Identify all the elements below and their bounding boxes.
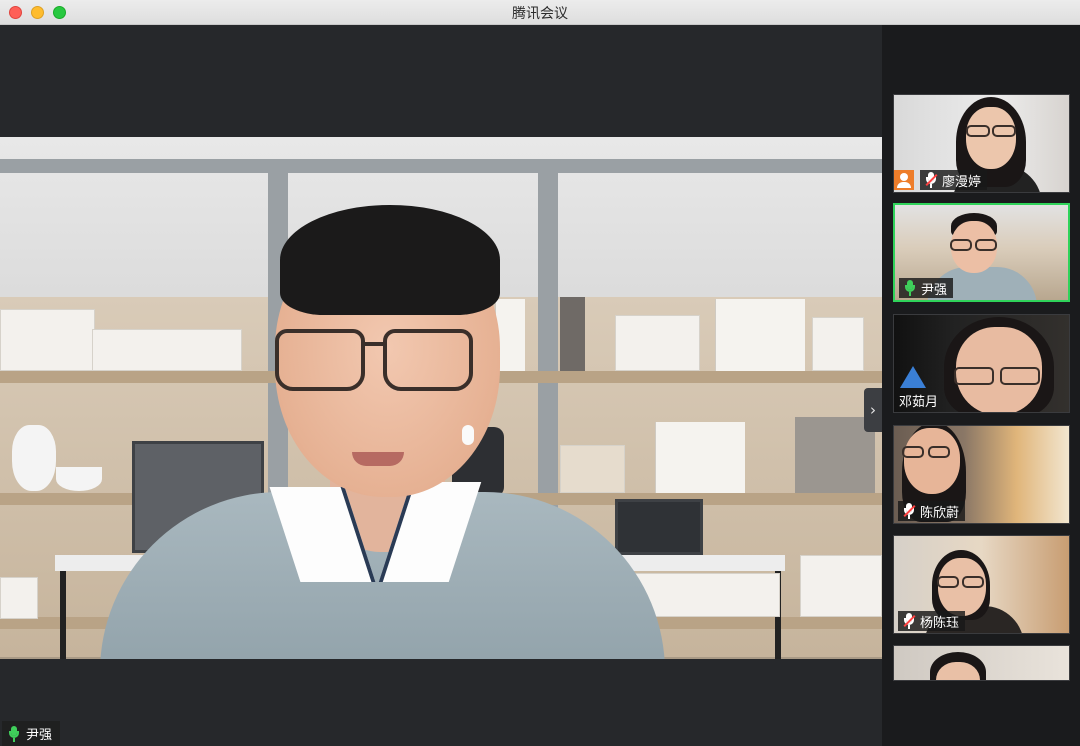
- stacked-boxes: [92, 329, 242, 371]
- participant-name-tag: 杨陈珏: [898, 611, 966, 631]
- microphone-icon: [8, 725, 20, 742]
- participant-tile[interactable]: [893, 645, 1070, 681]
- bowl: [56, 467, 102, 491]
- participant-name-tag: 廖漫婷: [920, 170, 988, 190]
- participant-name: 陈欣蔚: [920, 505, 960, 521]
- stacked-papers: [560, 445, 625, 493]
- participant-name-tag: 尹强: [899, 278, 954, 298]
- glasses: [383, 329, 473, 391]
- participant-name-tag: 邓茹月: [894, 390, 944, 410]
- storage-box: [800, 555, 882, 617]
- participant-tile[interactable]: 陈欣蔚: [893, 425, 1070, 524]
- vase: [12, 425, 56, 491]
- stacked-boxes: [812, 317, 864, 371]
- participant-tile[interactable]: 尹强: [893, 203, 1070, 302]
- books: [715, 299, 805, 371]
- glasses: [275, 329, 365, 391]
- participant-name: 尹强: [921, 282, 948, 298]
- participant-tile[interactable]: 杨陈珏: [893, 535, 1070, 634]
- desk-leg: [60, 571, 66, 659]
- window-title: 腾讯会议: [512, 6, 568, 22]
- person-hair: [280, 205, 500, 315]
- books: [795, 417, 875, 493]
- main-speaker-name: 尹强: [26, 728, 53, 743]
- glasses-bridge: [362, 342, 386, 346]
- earbud: [462, 425, 474, 445]
- chevron-right-icon[interactable]: ›: [864, 388, 882, 432]
- laptop: [615, 499, 703, 555]
- shelf-rail: [0, 159, 882, 173]
- books: [655, 422, 745, 493]
- participant-tile[interactable]: 邓茹月: [893, 314, 1070, 413]
- participant-name: 邓茹月: [899, 394, 939, 410]
- storage-box: [0, 309, 95, 371]
- participant-sidebar: 廖漫婷 尹强 邓茹月 陈欣蔚 杨陈珏: [882, 25, 1080, 746]
- person-icon: [894, 170, 914, 190]
- main-speaker-name-tag: 尹强: [2, 721, 61, 746]
- microphone-icon: [904, 280, 916, 296]
- person-mouth: [352, 452, 404, 466]
- speaking-indicator-icon: [900, 366, 926, 388]
- title-bar: 腾讯会议: [0, 0, 1080, 25]
- participant-name-tag: 陈欣蔚: [898, 501, 966, 521]
- participant-name: 廖漫婷: [942, 174, 982, 190]
- storage-box: [0, 577, 38, 619]
- main-speaker-video[interactable]: [0, 137, 882, 659]
- participant-tile[interactable]: 廖漫婷: [893, 94, 1070, 193]
- storage-box: [615, 315, 700, 371]
- participant-name: 杨陈珏: [920, 615, 960, 631]
- microphone-muted-icon: [903, 613, 915, 629]
- main-stage: ›: [0, 25, 882, 746]
- books: [560, 297, 585, 371]
- microphone-muted-icon: [903, 503, 915, 519]
- microphone-muted-icon: [925, 172, 937, 188]
